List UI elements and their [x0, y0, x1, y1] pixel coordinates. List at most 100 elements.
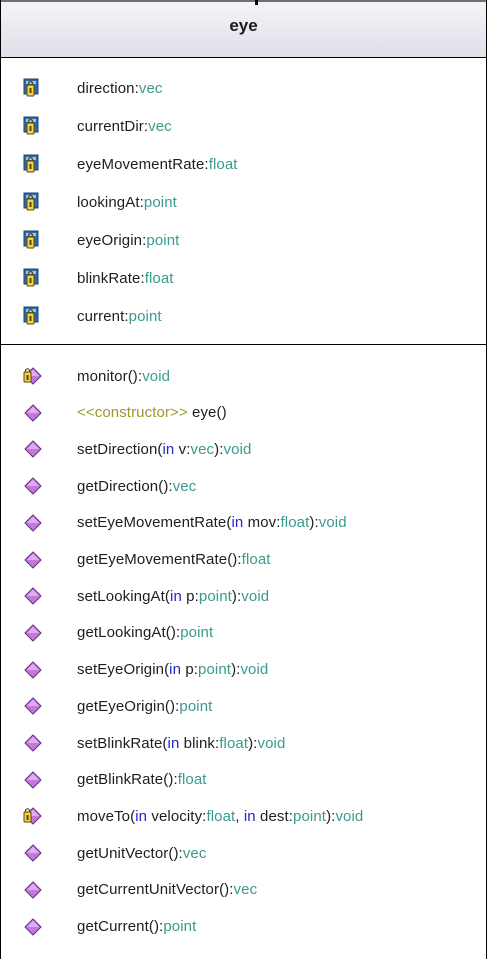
operation-type: point: [163, 918, 197, 935]
operation-type: void: [223, 440, 252, 458]
private-operation-diamond-lock-icon: [23, 366, 43, 386]
operation-signature: getBlinkRate():float: [77, 771, 207, 788]
attribute-row[interactable]: eyeOrigin:point: [23, 227, 179, 253]
operation-row[interactable]: getBlinkRate():float: [23, 767, 207, 793]
operation-signature: getEyeOrigin():point: [77, 698, 212, 715]
operation-row[interactable]: setBlinkRate(in blink:float):void: [23, 730, 285, 756]
operation-signature: getCurrent():point: [77, 918, 196, 935]
operation-type: point: [198, 661, 232, 679]
operation-text: getCurrent():: [77, 918, 164, 935]
operation-row[interactable]: setLookingAt(in p:point):void: [23, 583, 269, 609]
attribute-text: eyeOrigin:point: [77, 232, 179, 249]
public-operation-diamond-icon: [23, 403, 43, 423]
operation-text: getUnitVector():: [77, 844, 183, 862]
attribute-name: direction: [77, 79, 135, 97]
attribute-name: lookingAt: [77, 193, 140, 211]
operation-text: getDirection():: [77, 477, 173, 495]
parameter-direction-keyword: in: [243, 807, 256, 825]
attribute-row[interactable]: current:point: [23, 303, 162, 329]
operation-type: float: [219, 734, 249, 752]
operation-type: float: [280, 514, 310, 532]
operation-signature: setEyeMovementRate(in mov:float):void: [77, 514, 347, 531]
parameter-direction-keyword: in: [167, 734, 180, 752]
operation-row[interactable]: getEyeOrigin():point: [23, 693, 212, 719]
attribute-text: direction:vec: [77, 80, 163, 97]
operation-text: ):: [248, 734, 258, 752]
operation-row[interactable]: getCurrent():point: [23, 914, 196, 940]
class-title-bar: eye: [1, 0, 486, 58]
operation-text: dest:: [255, 807, 294, 825]
operation-row[interactable]: monitor():void: [23, 363, 170, 389]
operation-text: eye(): [187, 404, 227, 422]
public-operation-diamond-icon: [23, 439, 43, 459]
operation-type: vec: [233, 881, 258, 899]
operation-row[interactable]: getEyeMovementRate():float: [23, 547, 271, 573]
attribute-row[interactable]: direction:vec: [23, 75, 163, 101]
operation-text: mov:: [243, 514, 281, 532]
operation-row[interactable]: getDirection():vec: [23, 473, 196, 499]
operation-text: blink:: [179, 734, 220, 752]
operation-signature: setEyeOrigin(in p:point):void: [77, 661, 268, 678]
operation-signature: getCurrentUnitVector():vec: [77, 881, 257, 898]
public-operation-diamond-icon: [23, 733, 43, 753]
attribute-type: vec: [138, 79, 163, 97]
operation-row[interactable]: setEyeMovementRate(in mov:float):void: [23, 510, 347, 536]
operation-text: getLookingAt():: [77, 624, 181, 642]
title-top-border: [1, 0, 486, 2]
operation-signature: getDirection():vec: [77, 478, 196, 495]
public-operation-diamond-icon: [23, 476, 43, 496]
public-operation-diamond-icon: [23, 513, 43, 533]
attribute-row[interactable]: blinkRate:float: [23, 265, 174, 291]
attribute-text: eyeMovementRate:float: [77, 156, 238, 173]
operation-text: setDirection(: [77, 440, 163, 458]
attribute-type: point: [143, 193, 177, 211]
operation-row[interactable]: getLookingAt():point: [23, 620, 213, 646]
operation-type: vec: [182, 844, 207, 862]
attribute-type: point: [128, 307, 162, 325]
public-operation-diamond-icon: [23, 696, 43, 716]
private-attribute-lock-icon: [23, 154, 43, 174]
operation-type: point: [293, 807, 327, 825]
private-operation-diamond-lock-icon: [23, 806, 43, 826]
attribute-row[interactable]: eyeMovementRate:float: [23, 151, 238, 177]
operation-text: setEyeOrigin(: [77, 661, 170, 679]
attribute-row[interactable]: lookingAt:point: [23, 189, 177, 215]
operation-row[interactable]: setEyeOrigin(in p:point):void: [23, 657, 268, 683]
operation-text: moveTo(: [77, 807, 136, 825]
operation-text: v:: [174, 440, 191, 458]
operation-stereotype: <<constructor>>: [77, 404, 188, 422]
parameter-direction-keyword: in: [169, 661, 182, 679]
operation-row[interactable]: moveTo(in velocity:float, in dest:point)…: [23, 803, 363, 829]
operation-type: float: [177, 771, 207, 789]
attribute-text: lookingAt:point: [77, 194, 177, 211]
attribute-name: current: [77, 307, 125, 325]
public-operation-diamond-icon: [23, 550, 43, 570]
class-name: eye: [229, 16, 258, 35]
operation-signature: <<constructor>> eye(): [77, 404, 227, 421]
attribute-type: float: [208, 155, 238, 173]
operation-type: void: [241, 587, 270, 605]
uml-class-box[interactable]: eye direction:vec currentDir:vec eyeMoveme…: [0, 0, 487, 959]
private-attribute-lock-icon: [23, 230, 43, 250]
operation-row[interactable]: <<constructor>> eye(): [23, 400, 227, 426]
operation-signature: getUnitVector():vec: [77, 845, 206, 862]
operation-signature: getEyeMovementRate():float: [77, 551, 271, 568]
operation-type: void: [257, 734, 286, 752]
operation-type: point: [198, 587, 232, 605]
public-operation-diamond-icon: [23, 843, 43, 863]
attribute-name: eyeOrigin: [77, 231, 143, 249]
operation-row[interactable]: getCurrentUnitVector():vec: [23, 877, 257, 903]
operation-text: getBlinkRate():: [77, 771, 178, 789]
operation-row[interactable]: getUnitVector():vec: [23, 840, 206, 866]
parameter-direction-keyword: in: [170, 587, 182, 605]
attribute-name: eyeMovementRate: [77, 155, 205, 173]
private-attribute-lock-icon: [23, 192, 43, 212]
operation-text: p:: [181, 587, 199, 605]
operation-row[interactable]: setDirection(in v:vec):void: [23, 436, 251, 462]
attribute-text: current:point: [77, 308, 162, 325]
operation-text: p:: [181, 661, 199, 679]
attribute-type: vec: [148, 117, 172, 135]
public-operation-diamond-icon: [23, 586, 43, 606]
operation-text: ):: [214, 440, 224, 458]
attribute-row[interactable]: currentDir:vec: [23, 113, 172, 139]
